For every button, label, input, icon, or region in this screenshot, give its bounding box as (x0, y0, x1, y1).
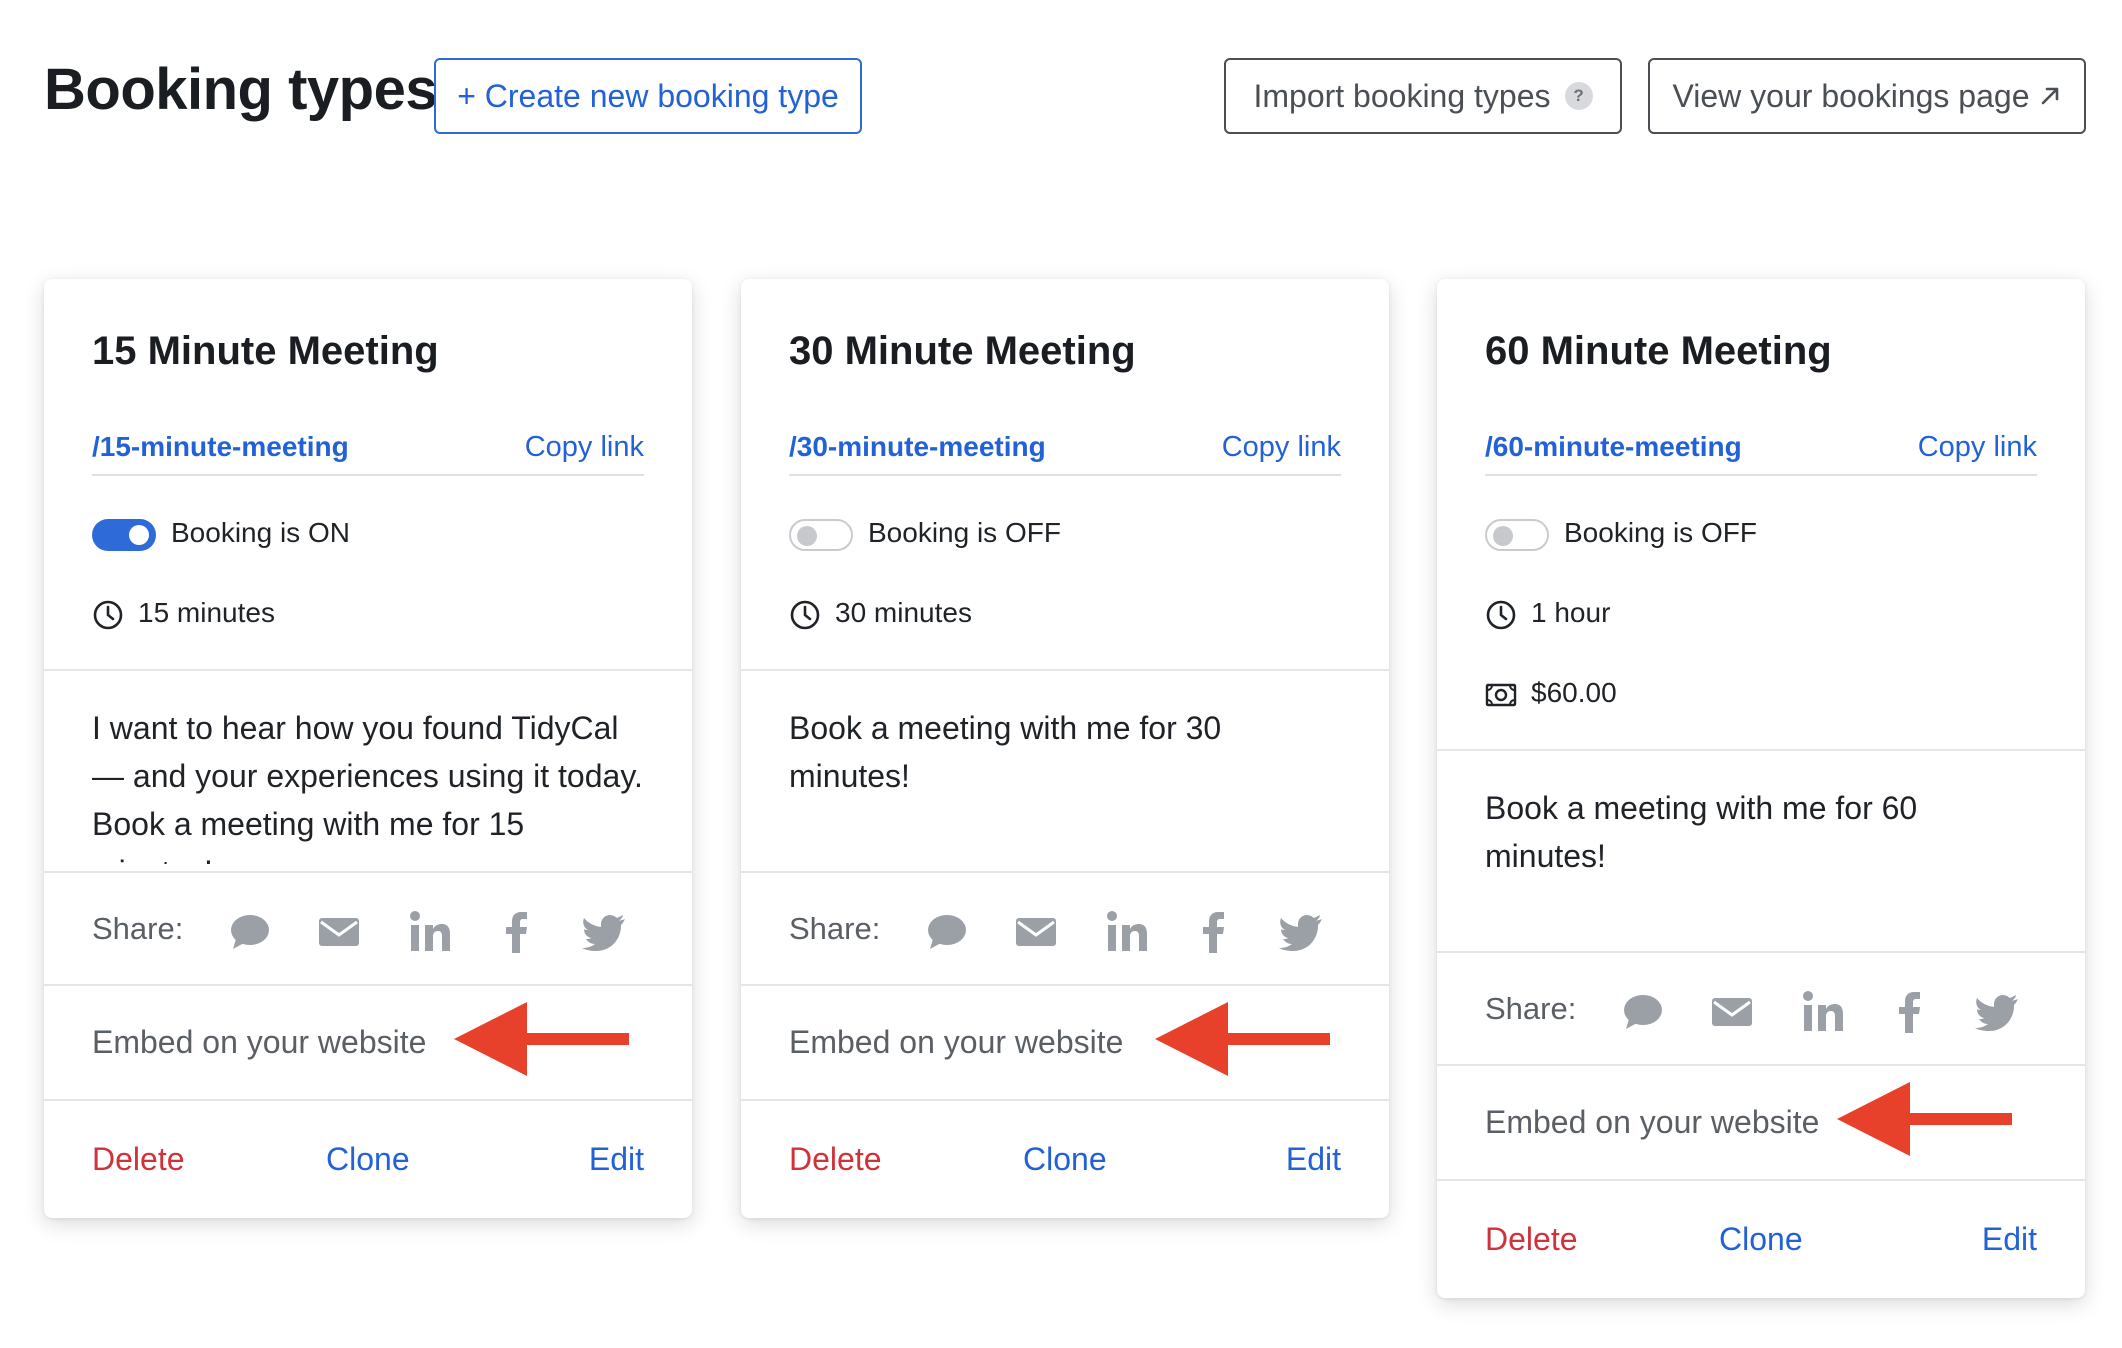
booking-slug-link[interactable]: /15-minute-meeting (92, 431, 349, 463)
twitter-icon[interactable] (1974, 989, 2020, 1035)
linkedin-icon[interactable] (407, 909, 453, 955)
clone-button[interactable]: Clone (326, 1141, 410, 1178)
copy-link-button[interactable]: Copy link (1222, 431, 1341, 464)
view-bookings-page-label: View your bookings page (1672, 77, 2030, 114)
import-booking-types-label: Import booking types (1253, 77, 1551, 114)
booking-toggle[interactable] (789, 519, 853, 551)
share-label: Share: (1485, 991, 1577, 1026)
twitter-icon[interactable] (581, 909, 627, 955)
copy-link-button[interactable]: Copy link (1918, 431, 2037, 464)
chat-icon[interactable] (924, 909, 970, 955)
divider (44, 1099, 692, 1101)
embed-link[interactable]: Embed on your website (92, 1024, 426, 1061)
clock-icon (1486, 600, 1516, 630)
divider (1437, 749, 2085, 751)
page-title: Booking types (44, 57, 438, 122)
copy-link-button[interactable]: Copy link (525, 431, 644, 464)
create-booking-type-button[interactable]: + Create new booking type (434, 58, 862, 134)
email-icon[interactable] (1709, 989, 1755, 1035)
email-icon[interactable] (1013, 909, 1059, 955)
divider (789, 474, 1341, 476)
description-text: Book a meeting with me for 60 minutes! (1485, 790, 1918, 874)
description-text: I want to hear how you found TidyCal — a… (92, 710, 643, 864)
create-booking-type-label: + Create new booking type (457, 77, 839, 114)
divider (741, 871, 1389, 873)
booking-status-label: Booking is ON (171, 517, 350, 548)
clone-button[interactable]: Clone (1023, 1141, 1107, 1178)
divider (44, 669, 692, 671)
duration-text: 1 hour (1531, 597, 1611, 628)
clone-button[interactable]: Clone (1719, 1221, 1803, 1258)
annotation-arrow-icon (1837, 1082, 2012, 1156)
delete-button[interactable]: Delete (1485, 1221, 1578, 1258)
facebook-icon[interactable] (494, 909, 540, 955)
facebook-icon[interactable] (1887, 989, 1933, 1035)
edit-button[interactable]: Edit (589, 1141, 644, 1178)
booking-slug-link[interactable]: /60-minute-meeting (1485, 431, 1742, 463)
divider (741, 1099, 1389, 1101)
booking-card: 60 Minute Meeting /60-minute-meeting Cop… (1437, 279, 2085, 1298)
annotation-arrow-icon (1155, 1002, 1330, 1076)
booking-card: 30 Minute Meeting /30-minute-meeting Cop… (741, 279, 1389, 1218)
booking-slug-link[interactable]: /30-minute-meeting (789, 431, 1046, 463)
description-text: Book a meeting with me for 30 minutes! (789, 710, 1222, 794)
booking-toggle[interactable] (92, 519, 156, 551)
booking-card: 15 Minute Meeting /15-minute-meeting Cop… (44, 279, 692, 1218)
divider (741, 984, 1389, 986)
email-icon[interactable] (316, 909, 362, 955)
divider (741, 669, 1389, 671)
edit-button[interactable]: Edit (1286, 1141, 1341, 1178)
view-bookings-page-button[interactable]: View your bookings page (1648, 58, 2086, 134)
facebook-icon[interactable] (1191, 909, 1237, 955)
divider (1437, 1179, 2085, 1181)
booking-status-label: Booking is OFF (868, 517, 1061, 548)
price-text: $60.00 (1531, 677, 1617, 708)
annotation-arrow-icon (454, 1002, 629, 1076)
share-label: Share: (789, 911, 881, 946)
external-link-icon (2039, 85, 2061, 107)
booking-toggle[interactable] (1485, 519, 1549, 551)
divider (44, 871, 692, 873)
chat-icon[interactable] (1620, 989, 1666, 1035)
divider (92, 474, 644, 476)
chat-icon[interactable] (227, 909, 273, 955)
delete-button[interactable]: Delete (789, 1141, 882, 1178)
divider (1485, 474, 2037, 476)
edit-button[interactable]: Edit (1982, 1221, 2037, 1258)
card-title: 30 Minute Meeting (789, 329, 1136, 373)
card-title: 60 Minute Meeting (1485, 329, 1832, 373)
divider (44, 984, 692, 986)
import-booking-types-button[interactable]: Import booking types ? (1224, 58, 1622, 134)
embed-link[interactable]: Embed on your website (1485, 1104, 1819, 1141)
divider (1437, 951, 2085, 953)
duration-text: 30 minutes (835, 597, 972, 628)
booking-status-label: Booking is OFF (1564, 517, 1757, 548)
help-icon[interactable]: ? (1564, 82, 1593, 110)
embed-link[interactable]: Embed on your website (789, 1024, 1123, 1061)
clock-icon (93, 600, 123, 630)
card-title: 15 Minute Meeting (92, 329, 439, 373)
twitter-icon[interactable] (1278, 909, 1324, 955)
linkedin-icon[interactable] (1800, 989, 1846, 1035)
share-label: Share: (92, 911, 184, 946)
delete-button[interactable]: Delete (92, 1141, 185, 1178)
money-icon (1485, 683, 1517, 707)
divider (1437, 1064, 2085, 1066)
clock-icon (790, 600, 820, 630)
duration-text: 15 minutes (138, 597, 275, 628)
linkedin-icon[interactable] (1104, 909, 1150, 955)
